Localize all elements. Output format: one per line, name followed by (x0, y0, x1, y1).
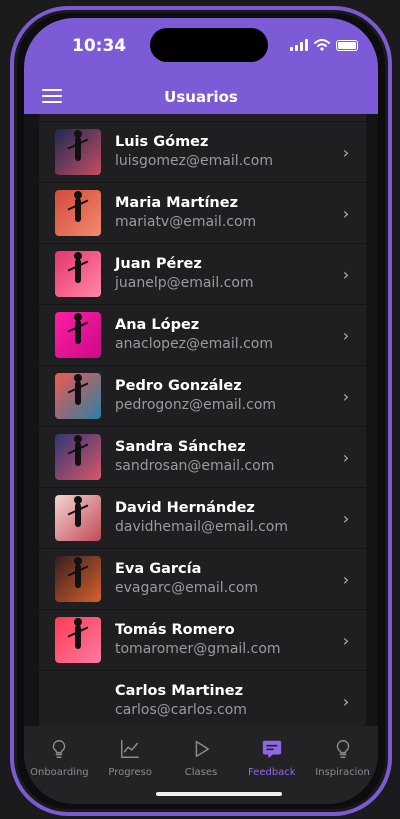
user-list-item[interactable]: Ana López anaclopez@email.com › (39, 305, 366, 366)
user-email: luisgomez@email.com (115, 153, 273, 169)
user-list-item[interactable]: Eva García evagarc@email.com › (39, 549, 366, 610)
user-email: juanelp@email.com (115, 275, 254, 291)
dancer-figure (74, 618, 82, 650)
play-icon (190, 738, 212, 763)
user-name: Maria Martínez (115, 195, 239, 211)
user-info: Eva García evagarc@email.com (115, 560, 336, 598)
user-avatar (55, 312, 101, 358)
user-list-item[interactable]: Tomás Romero tomaromer@gmail.com › (39, 610, 366, 671)
dancer-figure (74, 435, 82, 467)
user-info: Pedro González pedrogonz@email.com (115, 377, 336, 415)
user-name: Juan Pérez (115, 256, 202, 272)
user-info: Juan Pérez juanelp@email.com (115, 255, 336, 293)
user-info: Tomás Romero tomaromer@gmail.com (115, 621, 336, 659)
dynamic-island (150, 28, 268, 62)
tab-label: Clases (184, 767, 218, 778)
user-avatar (55, 678, 101, 724)
dancer-figure (74, 557, 82, 589)
dancer-figure (74, 252, 82, 284)
user-avatar (55, 617, 101, 663)
user-avatar (55, 495, 101, 541)
signal-icon (290, 39, 308, 51)
user-email: evagarc@email.com (115, 580, 259, 596)
user-name: Carlos Martinez (115, 683, 244, 699)
tab-label: Progreso (108, 767, 152, 778)
dancer-figure (74, 374, 82, 406)
dancer-figure (74, 496, 82, 528)
user-email: pedrogonz@email.com (115, 397, 277, 413)
battery-icon (336, 39, 358, 51)
user-info: Luis Gómez luisgomez@email.com (115, 133, 336, 171)
user-email: mariatv@email.com (115, 214, 257, 230)
user-name: Luis Gómez (115, 134, 209, 150)
chevron-right-icon: › (342, 691, 350, 711)
user-list-item[interactable]: Juan Pérez juanelp@email.com › (39, 244, 366, 305)
user-info: Maria Martínez mariatv@email.com (115, 194, 336, 232)
status-icons (290, 39, 358, 51)
tab-label: Inspiracion (315, 767, 370, 778)
chevron-right-icon: › (342, 386, 350, 406)
chevron-right-icon: › (342, 569, 350, 589)
user-avatar (55, 129, 101, 175)
user-info: Carlos Martinez carlos@carlos.com (115, 682, 336, 720)
dancer-figure (74, 191, 82, 223)
user-list-item[interactable]: Luis Gómez luisgomez@email.com › (39, 122, 366, 183)
tab-label: Feedback (247, 767, 296, 778)
user-info: David Hernández davidhemail@email.com (115, 499, 336, 537)
wifi-icon (314, 39, 330, 51)
tab-label: Onboarding (30, 767, 89, 778)
user-name: Pedro González (115, 378, 242, 394)
tab-inspiracion[interactable]: Inspiracion (307, 738, 378, 804)
chart-icon (119, 738, 141, 763)
user-info: Sandra Sánchez sandrosan@email.com (115, 438, 336, 476)
user-email: anaclopez@email.com (115, 336, 273, 352)
phone-frame: 10:34 Usuarios Luis Gómez luisgomez@emai… (10, 6, 392, 816)
user-info: Ana López anaclopez@email.com (115, 316, 336, 354)
user-email: carlos@carlos.com (115, 702, 247, 718)
user-name: Sandra Sánchez (115, 439, 246, 455)
user-avatar (55, 190, 101, 236)
page-title: Usuarios (164, 88, 238, 106)
header: 10:34 Usuarios (24, 18, 378, 114)
user-list-item[interactable]: Pedro González pedrogonz@email.com › (39, 366, 366, 427)
chevron-right-icon: › (342, 203, 350, 223)
user-list-item[interactable]: Sandra Sánchez sandrosan@email.com › (39, 427, 366, 488)
user-email: davidhemail@email.com (115, 519, 288, 535)
dancer-figure (74, 313, 82, 345)
user-name: Tomás Romero (115, 622, 235, 638)
chevron-right-icon: › (342, 630, 350, 650)
home-indicator (156, 792, 282, 796)
chevron-right-icon: › (342, 508, 350, 528)
user-list-item[interactable]: David Hernández davidhemail@email.com › (39, 488, 366, 549)
user-avatar (55, 434, 101, 480)
screen: 10:34 Usuarios Luis Gómez luisgomez@emai… (24, 18, 378, 804)
user-name: David Hernández (115, 500, 255, 516)
app-page: 10:34 Usuarios Luis Gómez luisgomez@emai… (0, 0, 400, 819)
chevron-right-icon: › (342, 142, 350, 162)
chevron-right-icon: › (342, 447, 350, 467)
user-email: sandrosan@email.com (115, 458, 275, 474)
chevron-right-icon: › (342, 325, 350, 345)
user-name: Eva García (115, 561, 202, 577)
user-avatar (55, 556, 101, 602)
chat-icon (261, 738, 283, 763)
user-email: tomaromer@gmail.com (115, 641, 281, 657)
user-list-item[interactable]: Carlos Martinez carlos@carlos.com › (39, 671, 366, 726)
user-list-item[interactable]: Maria Martínez mariatv@email.com › (39, 183, 366, 244)
status-time: 10:34 (72, 36, 127, 56)
dancer-figure (74, 130, 82, 162)
user-list: sofrodriguez@email.com›Luis Gómezluisgom… (39, 91, 366, 726)
user-avatar (55, 251, 101, 297)
user-name: Ana López (115, 317, 200, 333)
lightbulb-icon (48, 738, 70, 763)
tab-progreso[interactable]: Progreso (95, 738, 166, 804)
tab-onboarding[interactable]: Onboarding (24, 738, 95, 804)
chevron-right-icon: › (342, 264, 350, 284)
lightbulb-icon (332, 738, 354, 763)
user-avatar (55, 373, 101, 419)
